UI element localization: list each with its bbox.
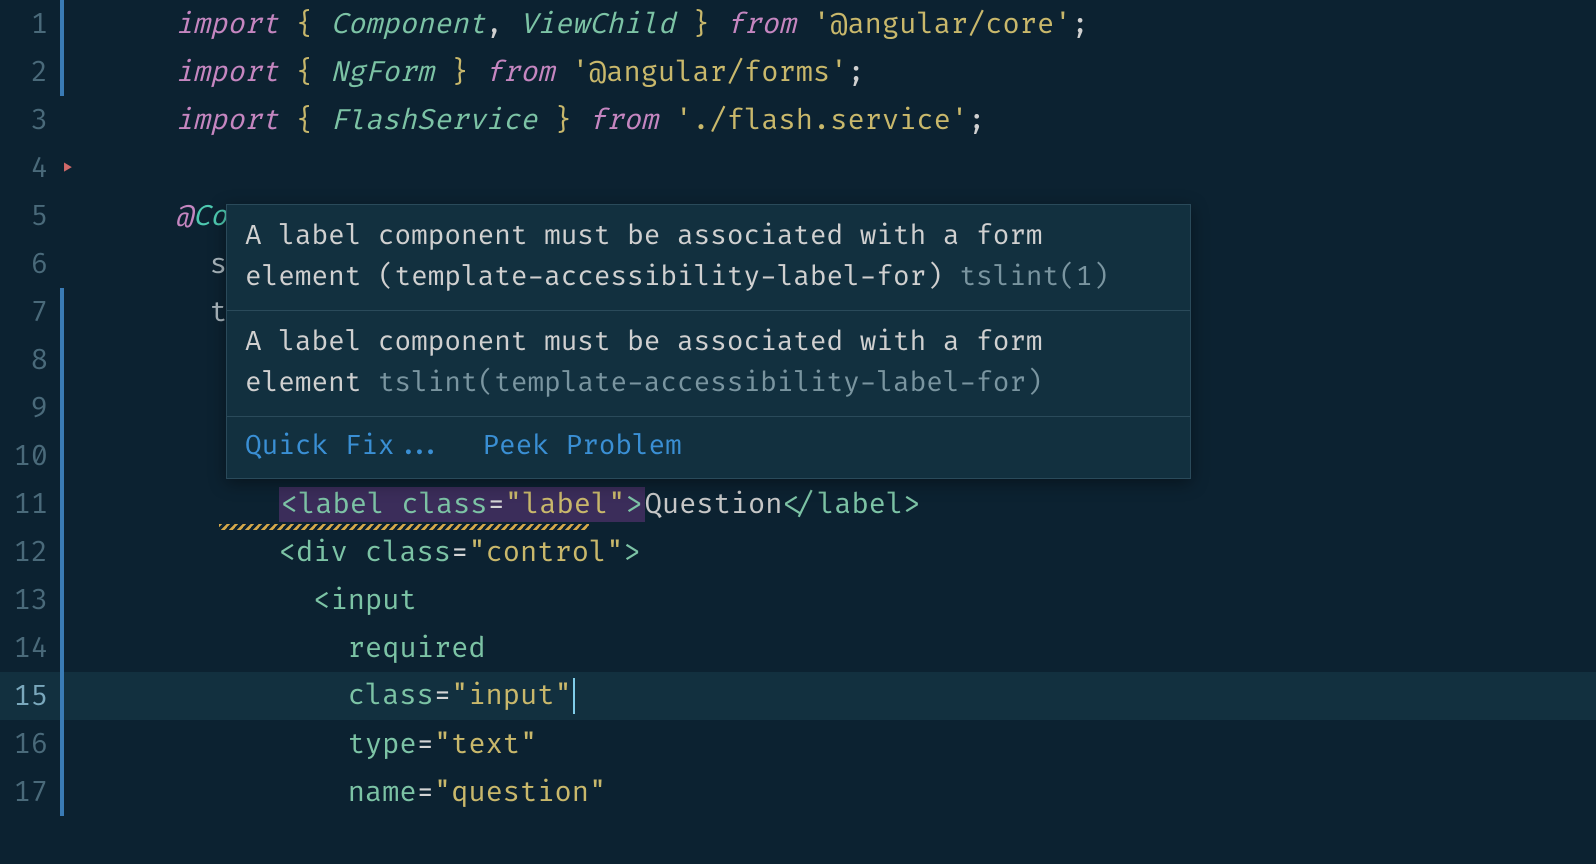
popup-message-text: A label component must be associated wit…	[245, 220, 1043, 294]
quick-fix-action[interactable]: Quick Fix...	[245, 427, 444, 468]
gutter-modified-indicator	[60, 768, 64, 816]
gutter-modified-indicator	[60, 384, 64, 432]
gutter-modified-indicator	[60, 48, 64, 96]
code-line[interactable]: 17 name="question"	[0, 768, 1596, 816]
gutter-modified-indicator	[60, 672, 64, 720]
gutter-modified-indicator	[60, 480, 64, 528]
code-content: name="question"	[72, 740, 606, 845]
line-number: 10	[0, 439, 60, 474]
gutter-strip	[60, 96, 64, 144]
line-number: 4	[0, 151, 60, 186]
line-number: 3	[0, 103, 60, 138]
popup-rule-code: tslint(template-accessibility-label-for)	[378, 367, 1043, 400]
popup-message: A label component must be associated wit…	[227, 205, 1190, 311]
line-number: 16	[0, 727, 60, 762]
peek-problem-action[interactable]: Peek Problem	[482, 427, 681, 468]
gutter-modified-indicator	[60, 720, 64, 768]
code-line[interactable]: 3 import { FlashService } from './flash.…	[0, 96, 1596, 144]
gutter-modified-indicator	[60, 288, 64, 336]
gutter-modified-indicator	[60, 624, 64, 672]
popup-rule-code: tslint(1)	[959, 261, 1109, 294]
gutter-modified-indicator	[60, 336, 64, 384]
line-number: 17	[0, 775, 60, 810]
line-number: 1	[0, 7, 60, 42]
line-number: 8	[0, 343, 60, 378]
text-cursor	[573, 678, 575, 714]
line-number: 7	[0, 295, 60, 330]
line-number: 6	[0, 247, 60, 282]
line-number: 5	[0, 199, 60, 234]
code-editor[interactable]: 1 import { Component, ViewChild } from '…	[0, 0, 1596, 864]
gutter-modified-indicator	[60, 432, 64, 480]
gutter-modified-indicator	[60, 0, 64, 48]
line-number: 15	[0, 679, 60, 714]
popup-actions-row: Quick Fix... Peek Problem	[227, 417, 1190, 478]
line-number: 2	[0, 55, 60, 90]
line-number: 11	[0, 487, 60, 522]
gutter-modified-indicator	[60, 576, 64, 624]
gutter-modified-indicator	[60, 528, 64, 576]
popup-message: A label component must be associated wit…	[227, 311, 1190, 417]
line-number: 13	[0, 583, 60, 618]
line-number: 12	[0, 535, 60, 570]
line-number: 9	[0, 391, 60, 426]
line-number: 14	[0, 631, 60, 666]
problem-hover-popup: A label component must be associated wit…	[226, 204, 1191, 479]
gutter-strip	[60, 192, 64, 240]
gutter-strip	[60, 240, 64, 288]
